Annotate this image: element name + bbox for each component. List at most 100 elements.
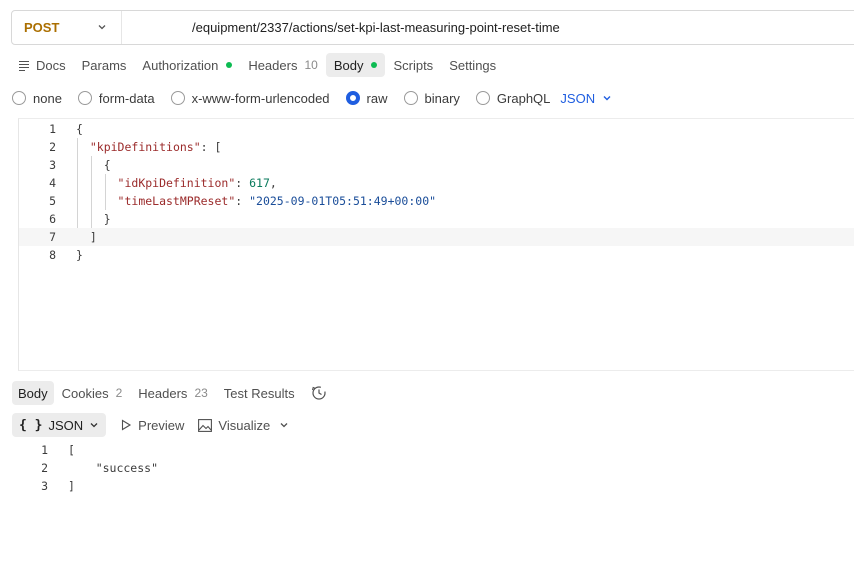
preview-button[interactable]: Preview — [120, 418, 184, 433]
body-type-graphql[interactable]: GraphQL — [475, 90, 551, 106]
visualize-label: Visualize — [218, 417, 271, 433]
body-type-form-data[interactable]: form-data — [77, 90, 155, 106]
code-line: 2 "kpiDefinitions": [ — [19, 138, 854, 156]
line-number: 2 — [49, 140, 56, 154]
radio-button[interactable] — [170, 91, 185, 105]
tab-headers[interactable]: Headers 10 — [240, 53, 326, 77]
radio-label: raw — [366, 90, 388, 106]
response-format-select[interactable]: { } JSON — [12, 413, 107, 437]
code-text: "success" — [68, 461, 159, 475]
tab-params[interactable]: Params — [74, 53, 135, 77]
request-body-editor[interactable]: 1 { 2 "kpiDefinitions": [ 3 { 4 "idKpiDe… — [18, 118, 854, 371]
radio-label: none — [33, 90, 62, 106]
tab-label: Test Results — [223, 385, 295, 401]
line-number: 5 — [49, 194, 56, 208]
braces-icon: { } — [19, 417, 43, 433]
chevron-down-icon — [90, 423, 98, 428]
cookies-count: 2 — [115, 386, 123, 400]
play-icon — [122, 419, 132, 431]
body-type-urlencoded[interactable]: x-www-form-urlencoded — [170, 90, 330, 106]
code-text: } — [76, 248, 83, 262]
code-line: 3 { — [19, 156, 854, 174]
tab-label: Body — [333, 57, 364, 73]
code-line: 3 ] — [12, 477, 312, 495]
line-number: 4 — [49, 176, 56, 190]
code-line-current: 7 ] — [19, 228, 854, 246]
line-number: 7 — [49, 230, 56, 244]
code-line: 6 } — [19, 210, 854, 228]
radio-label: binary — [424, 90, 460, 106]
code-line: 4 "idKpiDefinition": 617, — [19, 174, 854, 192]
tab-label: Cookies — [61, 385, 109, 401]
request-tabs: Docs Params Authorization Headers 10 Bod… — [12, 53, 504, 77]
line-number: 1 — [49, 122, 56, 136]
tab-authorization[interactable]: Authorization — [134, 53, 240, 77]
code-text: ] — [68, 479, 75, 493]
radio-label: x-www-form-urlencoded — [191, 90, 330, 106]
code-text: { — [76, 158, 111, 172]
tab-label: Settings — [449, 57, 497, 73]
line-number: 1 — [41, 443, 48, 457]
tab-label: Headers — [248, 57, 298, 73]
tab-label: Docs — [36, 57, 66, 73]
radio-button[interactable] — [12, 91, 26, 105]
tab-body[interactable]: Body — [325, 53, 386, 77]
tab-docs[interactable]: Docs — [12, 53, 74, 77]
visualize-button[interactable]: Visualize — [198, 418, 270, 433]
tab-test-results[interactable]: Test Results — [216, 381, 303, 405]
body-type-options: none form-data x-www-form-urlencoded raw… — [12, 88, 612, 108]
tab-response-headers[interactable]: Headers 23 — [130, 381, 216, 405]
tab-label: Authorization — [142, 57, 219, 73]
body-type-binary[interactable]: binary — [403, 90, 460, 106]
code-line: 2 "success" — [12, 459, 312, 477]
response-toolbar: { } JSON Preview Visualize — [12, 413, 289, 437]
code-text: ] — [76, 230, 97, 244]
line-number: 3 — [41, 479, 48, 493]
tab-settings[interactable]: Settings — [441, 53, 504, 77]
headers-count: 10 — [304, 58, 318, 72]
radio-button[interactable] — [403, 91, 418, 105]
history-icon[interactable] — [311, 385, 327, 401]
code-line: 1 { — [19, 120, 854, 138]
chevron-down-icon — [98, 25, 106, 30]
code-text: "kpiDefinitions": [ — [89, 140, 222, 154]
tab-scripts[interactable]: Scripts — [385, 53, 441, 77]
docs-icon — [19, 60, 29, 71]
url-input[interactable]: /equipment/2337/actions/set-kpi-last-mea… — [122, 20, 560, 35]
code-text: "timeLastMPReset": "2025-09-01T05:51:49+… — [117, 194, 437, 208]
tab-cookies[interactable]: Cookies 2 — [54, 381, 131, 405]
raw-format-select[interactable]: JSON — [560, 91, 612, 106]
headers-count: 23 — [194, 386, 208, 400]
line-number: 2 — [41, 461, 48, 475]
response-tabs: Body Cookies 2 Headers 23 Test Results — [12, 381, 327, 405]
code-text: "idKpiDefinition": 617, — [117, 176, 277, 190]
radio-button-selected[interactable] — [345, 91, 360, 105]
code-line: 1 [ — [12, 441, 312, 459]
body-type-none[interactable]: none — [12, 91, 62, 106]
request-url-bar: POST /equipment/2337/actions/set-kpi-las… — [11, 10, 854, 45]
raw-format-label: JSON — [560, 90, 596, 106]
code-text: } — [76, 212, 111, 226]
line-number: 6 — [49, 212, 56, 226]
tab-label: Body — [18, 385, 48, 401]
method-label: POST — [24, 20, 60, 35]
tab-response-body[interactable]: Body — [12, 381, 54, 405]
image-icon — [198, 418, 213, 432]
code-text: { — [76, 122, 83, 136]
radio-button[interactable] — [475, 91, 490, 105]
code-text: [ — [68, 443, 75, 457]
body-type-raw[interactable]: raw — [345, 90, 388, 106]
radio-label: form-data — [98, 90, 155, 106]
code-line: 8 } — [19, 246, 854, 264]
tab-label: Scripts — [393, 57, 434, 73]
radio-button[interactable] — [77, 91, 92, 105]
radio-label: GraphQL — [496, 90, 551, 106]
tab-label: Headers — [138, 385, 188, 401]
response-body-viewer: 1 [ 2 "success" 3 ] — [12, 441, 412, 501]
response-format-label: JSON — [48, 417, 84, 433]
code-line: 5 "timeLastMPReset": "2025-09-01T05:51:4… — [19, 192, 854, 210]
chevron-down-icon — [603, 96, 611, 101]
chevron-down-icon[interactable] — [279, 420, 289, 430]
method-select[interactable]: POST — [12, 11, 122, 44]
preview-label: Preview — [138, 417, 185, 433]
